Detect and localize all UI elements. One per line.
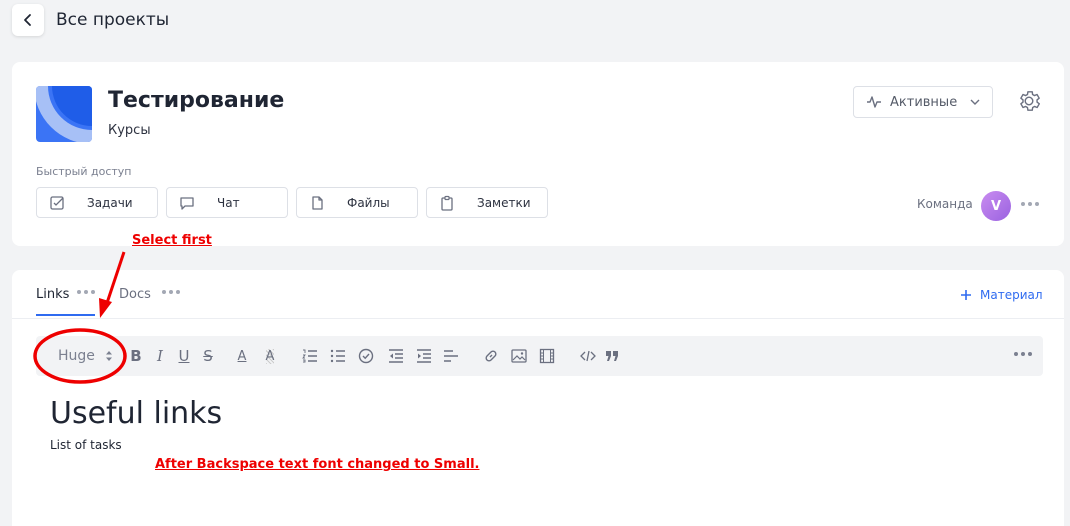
quick-access-label-text: Задачи [87, 195, 133, 210]
activity-icon [867, 96, 881, 108]
active-tab-indicator [36, 314, 95, 316]
indent-icon[interactable] [414, 346, 434, 366]
content-paragraph[interactable]: List of tasks [50, 438, 122, 452]
strikethrough-button[interactable]: S [198, 346, 218, 366]
quick-access-label: Быстрый доступ [36, 165, 132, 178]
tab-links-more-icon[interactable] [77, 290, 95, 294]
bold-button[interactable]: B [126, 346, 146, 366]
italic-button[interactable]: I [150, 346, 170, 366]
quick-access-label-text: Файлы [347, 195, 390, 210]
avatar[interactable]: V [981, 191, 1011, 221]
add-material-label: Материал [980, 288, 1043, 302]
link-icon[interactable] [481, 346, 501, 366]
status-label: Активные [890, 94, 958, 110]
tab-docs-more-icon[interactable] [162, 290, 180, 294]
image-icon[interactable] [509, 346, 529, 366]
toolbar-more-icon[interactable] [1014, 352, 1032, 356]
checklist-icon[interactable] [356, 346, 376, 366]
chat-icon [179, 195, 195, 211]
underline-button[interactable]: U [174, 346, 194, 366]
quick-access-label-text: Заметки [477, 195, 531, 210]
quote-icon[interactable] [602, 346, 622, 366]
code-icon[interactable] [578, 346, 598, 366]
team-label: Команда [917, 197, 973, 211]
editor-toolbar: Huge B I U S A A [36, 336, 1043, 376]
quick-access-tasks-button[interactable]: Задачи [36, 187, 158, 218]
file-icon [309, 195, 325, 211]
align-icon[interactable] [441, 346, 461, 366]
plus-icon [961, 290, 971, 300]
font-color-button[interactable]: A [232, 346, 252, 366]
settings-gear-icon[interactable] [1016, 88, 1042, 114]
tab-links[interactable]: Links [36, 287, 69, 302]
clipboard-icon [439, 195, 455, 211]
quick-access-notes-button[interactable]: Заметки [426, 187, 548, 218]
chevron-down-icon [970, 99, 980, 105]
page-title: Все проекты [56, 10, 170, 30]
project-card: Тестирование Курсы Активные Быстрый дост… [12, 62, 1064, 246]
ordered-list-icon[interactable] [300, 346, 320, 366]
annotation-select-first: Select first [132, 233, 212, 248]
back-button[interactable] [12, 4, 44, 36]
tab-docs[interactable]: Docs [119, 287, 151, 302]
quick-access-label-text: Чат [217, 195, 240, 210]
quick-access-files-button[interactable]: Файлы [296, 187, 418, 218]
outdent-icon[interactable] [386, 346, 406, 366]
tab-divider [12, 318, 1064, 319]
updown-chevron-icon [105, 351, 112, 361]
project-logo [36, 86, 92, 142]
font-size-value: Huge [58, 348, 95, 364]
annotation-note: After Backspace text font changed to Sma… [155, 457, 480, 472]
highlight-button[interactable]: A [260, 346, 280, 366]
editor-card: Links Docs Материал Huge B I U S A A Use… [12, 270, 1064, 526]
team-more-icon[interactable] [1018, 194, 1042, 214]
chevron-left-icon [24, 14, 31, 26]
bullet-list-icon[interactable] [328, 346, 348, 366]
quick-access-chat-button[interactable]: Чат [166, 187, 288, 218]
status-dropdown[interactable]: Активные [853, 86, 993, 118]
font-size-select[interactable]: Huge [58, 336, 113, 376]
add-material-button[interactable]: Материал [960, 288, 1043, 302]
video-icon[interactable] [537, 346, 557, 366]
content-heading[interactable]: Useful links [50, 396, 222, 431]
project-title: Тестирование [108, 88, 285, 113]
checkbox-icon [49, 195, 65, 211]
project-subtitle: Курсы [108, 123, 151, 138]
